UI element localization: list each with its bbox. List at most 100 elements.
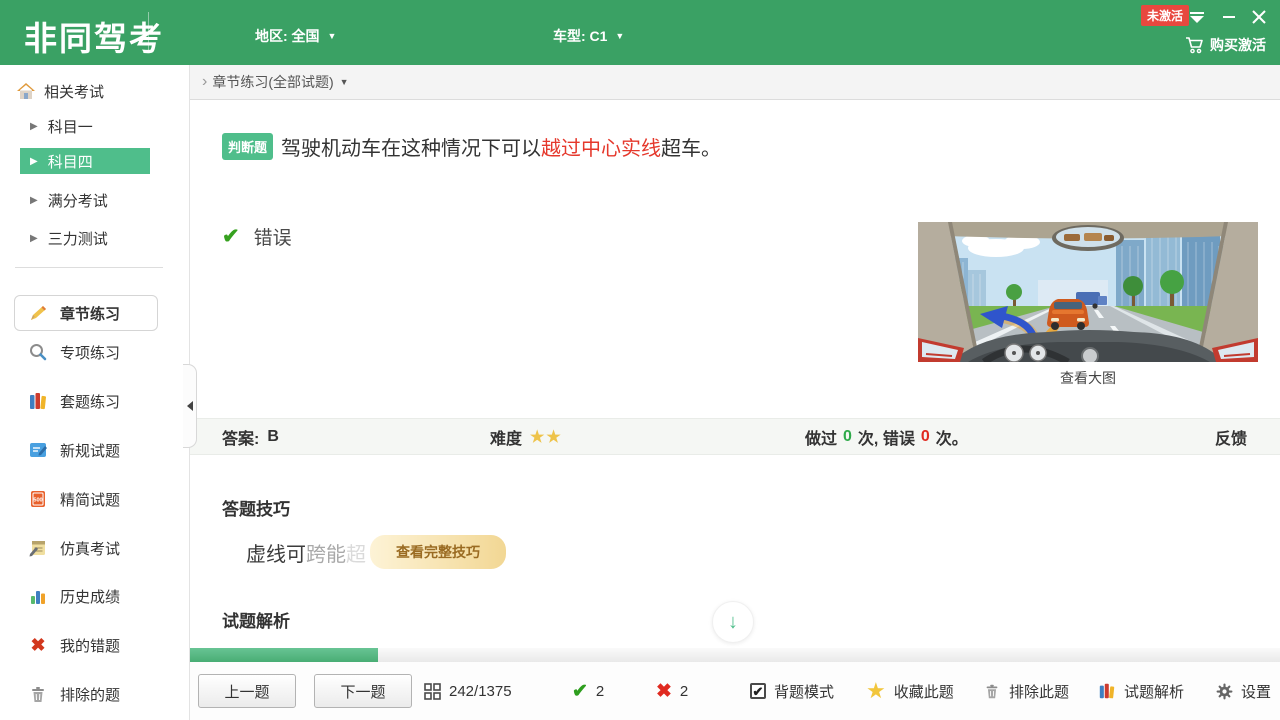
sidebar-item-history-scores[interactable]: 历史成绩: [0, 581, 190, 611]
tip-preview-faint: 超: [346, 544, 366, 566]
breadcrumb-label: 章节练习(全部试题): [212, 72, 333, 92]
wrong-count-value: 2: [680, 683, 688, 700]
vehicle-label: 车型: C1: [553, 28, 607, 44]
sidebar-item-set-practice[interactable]: 套题练习: [0, 386, 190, 416]
vehicle-type-selector[interactable]: 车型: C1 ▼: [553, 26, 624, 46]
region-selector[interactable]: 地区: 全国 ▼: [255, 26, 336, 46]
check-icon: ✔: [572, 680, 588, 703]
trash-icon: [983, 682, 1001, 700]
caret-right-icon: ▶: [30, 233, 38, 244]
question-counter-value: 242/1375: [449, 683, 512, 700]
checkbox-checked-icon[interactable]: ✔: [750, 683, 766, 699]
sidebar-item-label: 套题练习: [60, 391, 120, 412]
sidebar-item-label: 历史成绩: [60, 586, 120, 607]
sidebar-item-three-ability-test[interactable]: ▶ 三力测试: [0, 224, 190, 252]
question-image[interactable]: [918, 222, 1258, 362]
memorize-mode-toggle[interactable]: ✔ 背题模式: [750, 662, 834, 720]
settings-button[interactable]: 设置: [1216, 662, 1271, 720]
star-icon: ★: [866, 678, 886, 704]
question-counter[interactable]: 242/1375: [424, 662, 512, 720]
attempt-stats: 做过 0 次, 错误 0 次。: [805, 419, 968, 454]
progress-bar: [190, 648, 1280, 662]
favorite-question-button[interactable]: ★ 收藏此题: [866, 662, 954, 720]
sidebar-item-excluded-questions[interactable]: 排除的题: [0, 679, 190, 709]
previous-question-button[interactable]: 上一题: [198, 674, 296, 708]
grid-icon: [424, 683, 441, 700]
tray-arrow-icon: [1190, 12, 1204, 23]
question-text: 判断题 驾驶机动车在这种情况下可以越过中心实线超车。: [222, 132, 721, 161]
answer-option-label: 错误: [254, 223, 292, 250]
sidebar-item-chapter-practice-active[interactable]: 章节练习: [14, 295, 158, 331]
view-large-image-link[interactable]: 查看大图: [918, 368, 1258, 388]
answer-option-wrong[interactable]: ✔ 错误: [222, 223, 292, 250]
top-bar: 非同驾考 地区: 全国 ▼ 车型: C1 ▼ 未激活 购买激活: [0, 0, 1280, 65]
tip-preview-text: 虚线可: [246, 544, 306, 566]
favorite-label: 收藏此题: [894, 681, 954, 702]
logo-divider: [148, 12, 149, 52]
sidebar-item-label: 新规试题: [60, 440, 120, 461]
activation-status-badge: 未激活: [1141, 5, 1189, 26]
chevron-down-icon: ▼: [615, 31, 624, 41]
close-icon: [1252, 10, 1266, 24]
breadcrumb-chevron-icon: ›: [202, 73, 207, 91]
gear-icon: [1216, 683, 1233, 700]
answer-value: B: [267, 428, 279, 446]
difficulty-label: 难度: [490, 425, 522, 449]
chevron-down-icon: ▼: [340, 77, 349, 87]
exclude-question-button[interactable]: 排除此题: [983, 662, 1069, 720]
sidebar-item-label: 相关考试: [44, 81, 104, 102]
answer-field: 答案: B: [222, 419, 279, 454]
question-info-row: 答案: B 难度 ★★ 做过 0 次, 错误 0 次。 反馈: [190, 418, 1280, 455]
collapse-arrow-icon: [187, 401, 193, 411]
breadcrumb[interactable]: › 章节练习(全部试题) ▼: [190, 65, 1280, 100]
wrong-count-indicator: ✖ 2: [656, 662, 688, 720]
next-question-button[interactable]: 下一题: [314, 674, 412, 708]
sidebar-item-related-exams[interactable]: 相关考试: [0, 77, 190, 105]
driving-scene-illustration: [918, 222, 1258, 362]
sidebar: 相关考试 ▶ 科目一 ▶ 科目四 ▶ 满分考试 ▶ 三力测试 章节练习: [0, 65, 190, 720]
pencil-icon: [28, 303, 48, 323]
question-text-before: 驾驶机动车在这种情况下可以: [281, 138, 541, 160]
stats-end-label: 次。: [936, 425, 968, 449]
question-analysis-button[interactable]: 试题解析: [1098, 662, 1184, 720]
home-icon: [16, 81, 36, 101]
buy-activation-button[interactable]: 购买激活: [1184, 35, 1266, 55]
question-type-badge: 判断题: [222, 133, 273, 160]
sidebar-item-label: 满分考试: [48, 190, 108, 211]
minimize-button[interactable]: [1218, 8, 1240, 26]
sidebar-item-special-practice[interactable]: 专项练习: [0, 337, 190, 367]
feedback-link[interactable]: 反馈: [1215, 419, 1247, 454]
main-content: › 章节练习(全部试题) ▼ 判断题 驾驶机动车在这种情况下可以越过中心实线超车…: [190, 65, 1280, 720]
svg-text:500: 500: [33, 498, 42, 504]
sidebar-item-my-wrong-questions[interactable]: ✖ 我的错题: [0, 630, 190, 660]
minimize-icon: [1222, 10, 1236, 24]
sidebar-item-label: 精简试题: [60, 489, 120, 510]
analysis-label: 试题解析: [1124, 681, 1184, 702]
settings-label: 设置: [1241, 681, 1271, 702]
minimize-to-tray-button[interactable]: [1186, 8, 1208, 26]
search-icon: [28, 342, 48, 362]
tips-heading: 答题技巧: [222, 495, 290, 520]
tips-row: 虚线可跨能超 查看完整技巧: [246, 535, 506, 569]
caret-right-icon: ▶: [30, 195, 38, 206]
sidebar-collapse-handle[interactable]: [183, 364, 197, 448]
sidebar-item-full-score-exam[interactable]: ▶ 满分考试: [0, 186, 190, 214]
bottom-toolbar: 上一题 下一题 242/1375 ✔ 2 ✖ 2 ✔: [190, 662, 1280, 720]
500-badge-icon: 500: [28, 489, 48, 509]
sidebar-item-simulation-exam[interactable]: 仿真考试: [0, 533, 190, 563]
correct-count-value: 2: [596, 683, 604, 700]
sidebar-item-new-rule-questions[interactable]: 新规试题: [0, 435, 190, 465]
exclude-label: 排除此题: [1009, 681, 1069, 702]
sidebar-item-simplified-questions[interactable]: 500 精简试题: [0, 484, 190, 514]
view-full-tips-button[interactable]: 查看完整技巧: [370, 535, 506, 569]
sidebar-item-subject-four-active[interactable]: ▶ 科目四: [20, 148, 150, 174]
expand-analysis-button[interactable]: ↓: [712, 601, 754, 643]
sidebar-item-subject-one[interactable]: ▶ 科目一: [0, 112, 190, 140]
sidebar-item-label: 仿真考试: [60, 538, 120, 559]
sidebar-item-label: 专项练习: [60, 342, 120, 363]
close-button[interactable]: [1248, 8, 1270, 26]
difficulty-field: 难度 ★★: [490, 419, 563, 454]
bar-chart-icon: [28, 586, 48, 606]
notepad-icon: [28, 538, 48, 558]
sidebar-item-label: 章节练习: [60, 303, 120, 324]
